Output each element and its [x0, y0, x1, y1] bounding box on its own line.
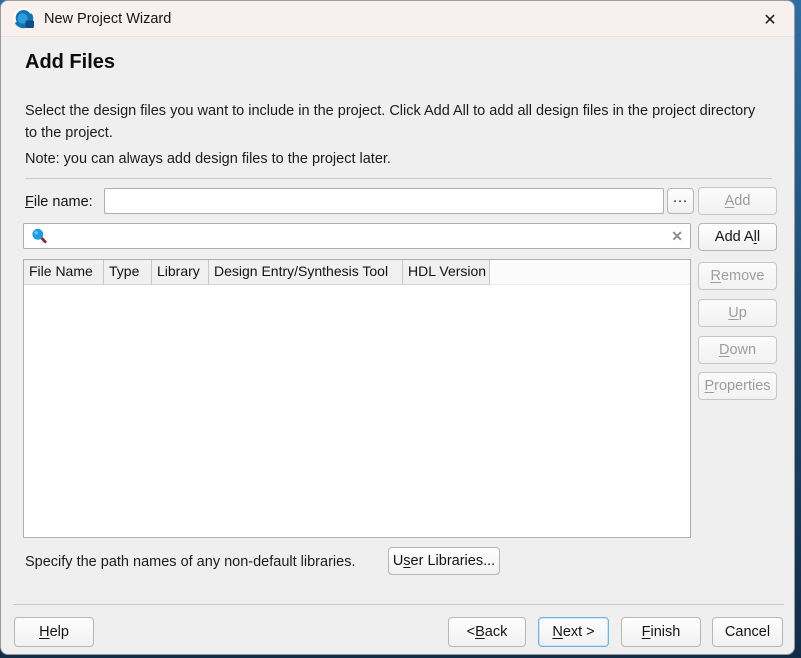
column-header-hdl-version: HDL Version: [403, 260, 490, 285]
add-all-button[interactable]: Add All: [698, 223, 777, 251]
column-header-type: Type: [104, 260, 152, 285]
magnifier-icon: [31, 228, 47, 244]
remove-button[interactable]: Remove: [698, 262, 777, 290]
properties-button[interactable]: Properties: [698, 372, 777, 400]
file-name-input[interactable]: [104, 188, 664, 214]
note-text: Note: you can always add design files to…: [25, 151, 767, 167]
back-button[interactable]: < Back: [448, 617, 526, 647]
clear-search-icon[interactable]: ✕: [671, 229, 683, 243]
title-bar: New Project Wizard: [1, 1, 794, 37]
help-button[interactable]: Help: [14, 617, 94, 647]
window-title: New Project Wizard: [44, 11, 171, 27]
cancel-button[interactable]: Cancel: [712, 617, 783, 647]
up-button[interactable]: Up: [698, 299, 777, 327]
page-title: Add Files: [25, 51, 115, 74]
search-field[interactable]: ✕: [23, 223, 691, 249]
next-button[interactable]: Next >: [538, 617, 609, 647]
files-table-header: File Name Type Library Design Entry/Synt…: [24, 260, 690, 285]
column-header-file-name: File Name: [24, 260, 104, 285]
search-input[interactable]: [53, 226, 665, 246]
column-header-library: Library: [152, 260, 209, 285]
divider: [25, 178, 772, 179]
description-text: Select the design files you want to incl…: [25, 100, 767, 144]
file-name-label: File name:: [25, 194, 93, 210]
down-button[interactable]: Down: [698, 336, 777, 364]
desktop-background: { "window": { "title": "New Project Wiza…: [0, 0, 801, 658]
files-table: File Name Type Library Design Entry/Synt…: [23, 259, 691, 538]
user-libraries-button[interactable]: User Libraries...: [388, 547, 500, 575]
close-icon[interactable]: ✕: [758, 8, 782, 32]
column-header-filler: [490, 260, 690, 285]
user-libraries-text: Specify the path names of any non-defaul…: [25, 554, 355, 570]
finish-button[interactable]: Finish: [621, 617, 701, 647]
browse-button[interactable]: ...: [667, 188, 694, 214]
new-project-wizard-dialog: New Project Wizard ✕ Add Files Select th…: [0, 0, 795, 655]
add-button[interactable]: Add: [698, 187, 777, 215]
column-header-design-entry: Design Entry/Synthesis Tool: [209, 260, 403, 285]
divider: [13, 604, 784, 605]
quartus-logo-icon: [13, 8, 35, 30]
files-table-body-empty: [24, 285, 690, 537]
